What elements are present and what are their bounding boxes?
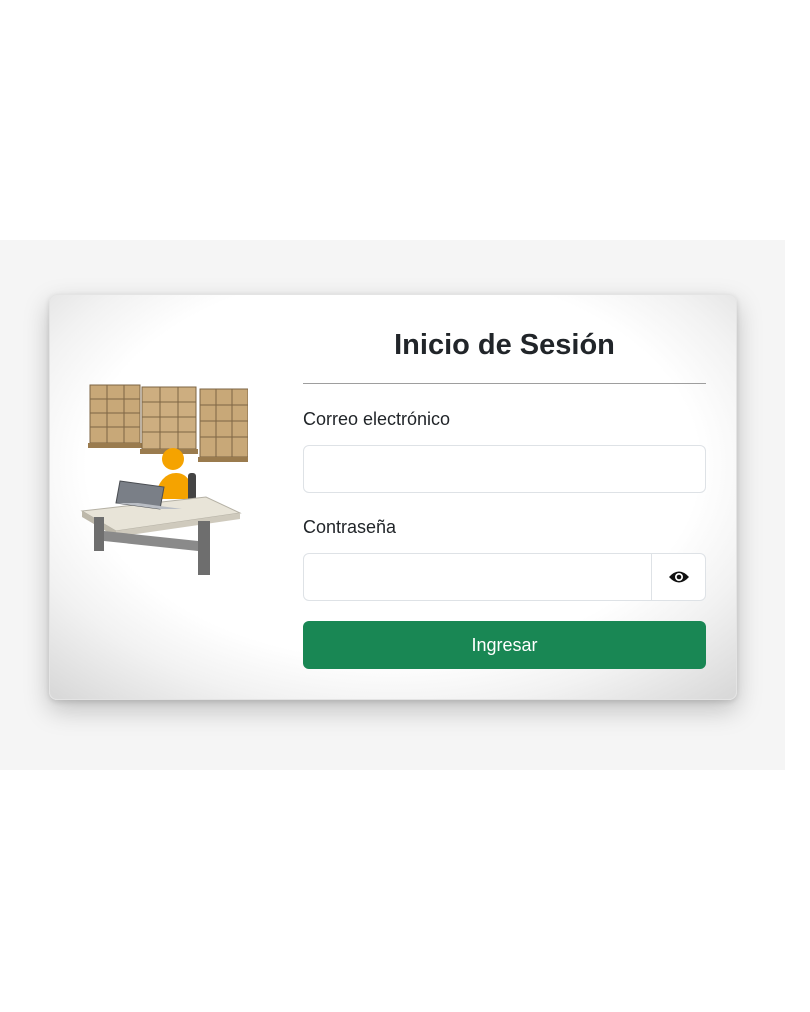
email-label: Correo electrónico (303, 409, 451, 429)
password-field[interactable] (303, 553, 652, 601)
box-stack-middle (140, 386, 198, 454)
box-stack-left (88, 384, 142, 448)
title-divider (303, 383, 706, 384)
login-card: Inicio de Sesión Correo electrónico Cont… (49, 294, 737, 700)
email-field[interactable] (303, 445, 706, 493)
password-group (303, 553, 706, 601)
toggle-password-button[interactable] (651, 553, 706, 601)
page-title: Inicio de Sesión (303, 329, 706, 362)
warehouse-worker-illustration (80, 384, 248, 575)
password-label: Contraseña (303, 517, 397, 537)
login-submit-button[interactable]: Ingresar (303, 621, 706, 669)
title-text: Inicio de Sesión (394, 329, 615, 361)
box-stack-right (198, 388, 248, 462)
eye-icon (668, 571, 689, 583)
